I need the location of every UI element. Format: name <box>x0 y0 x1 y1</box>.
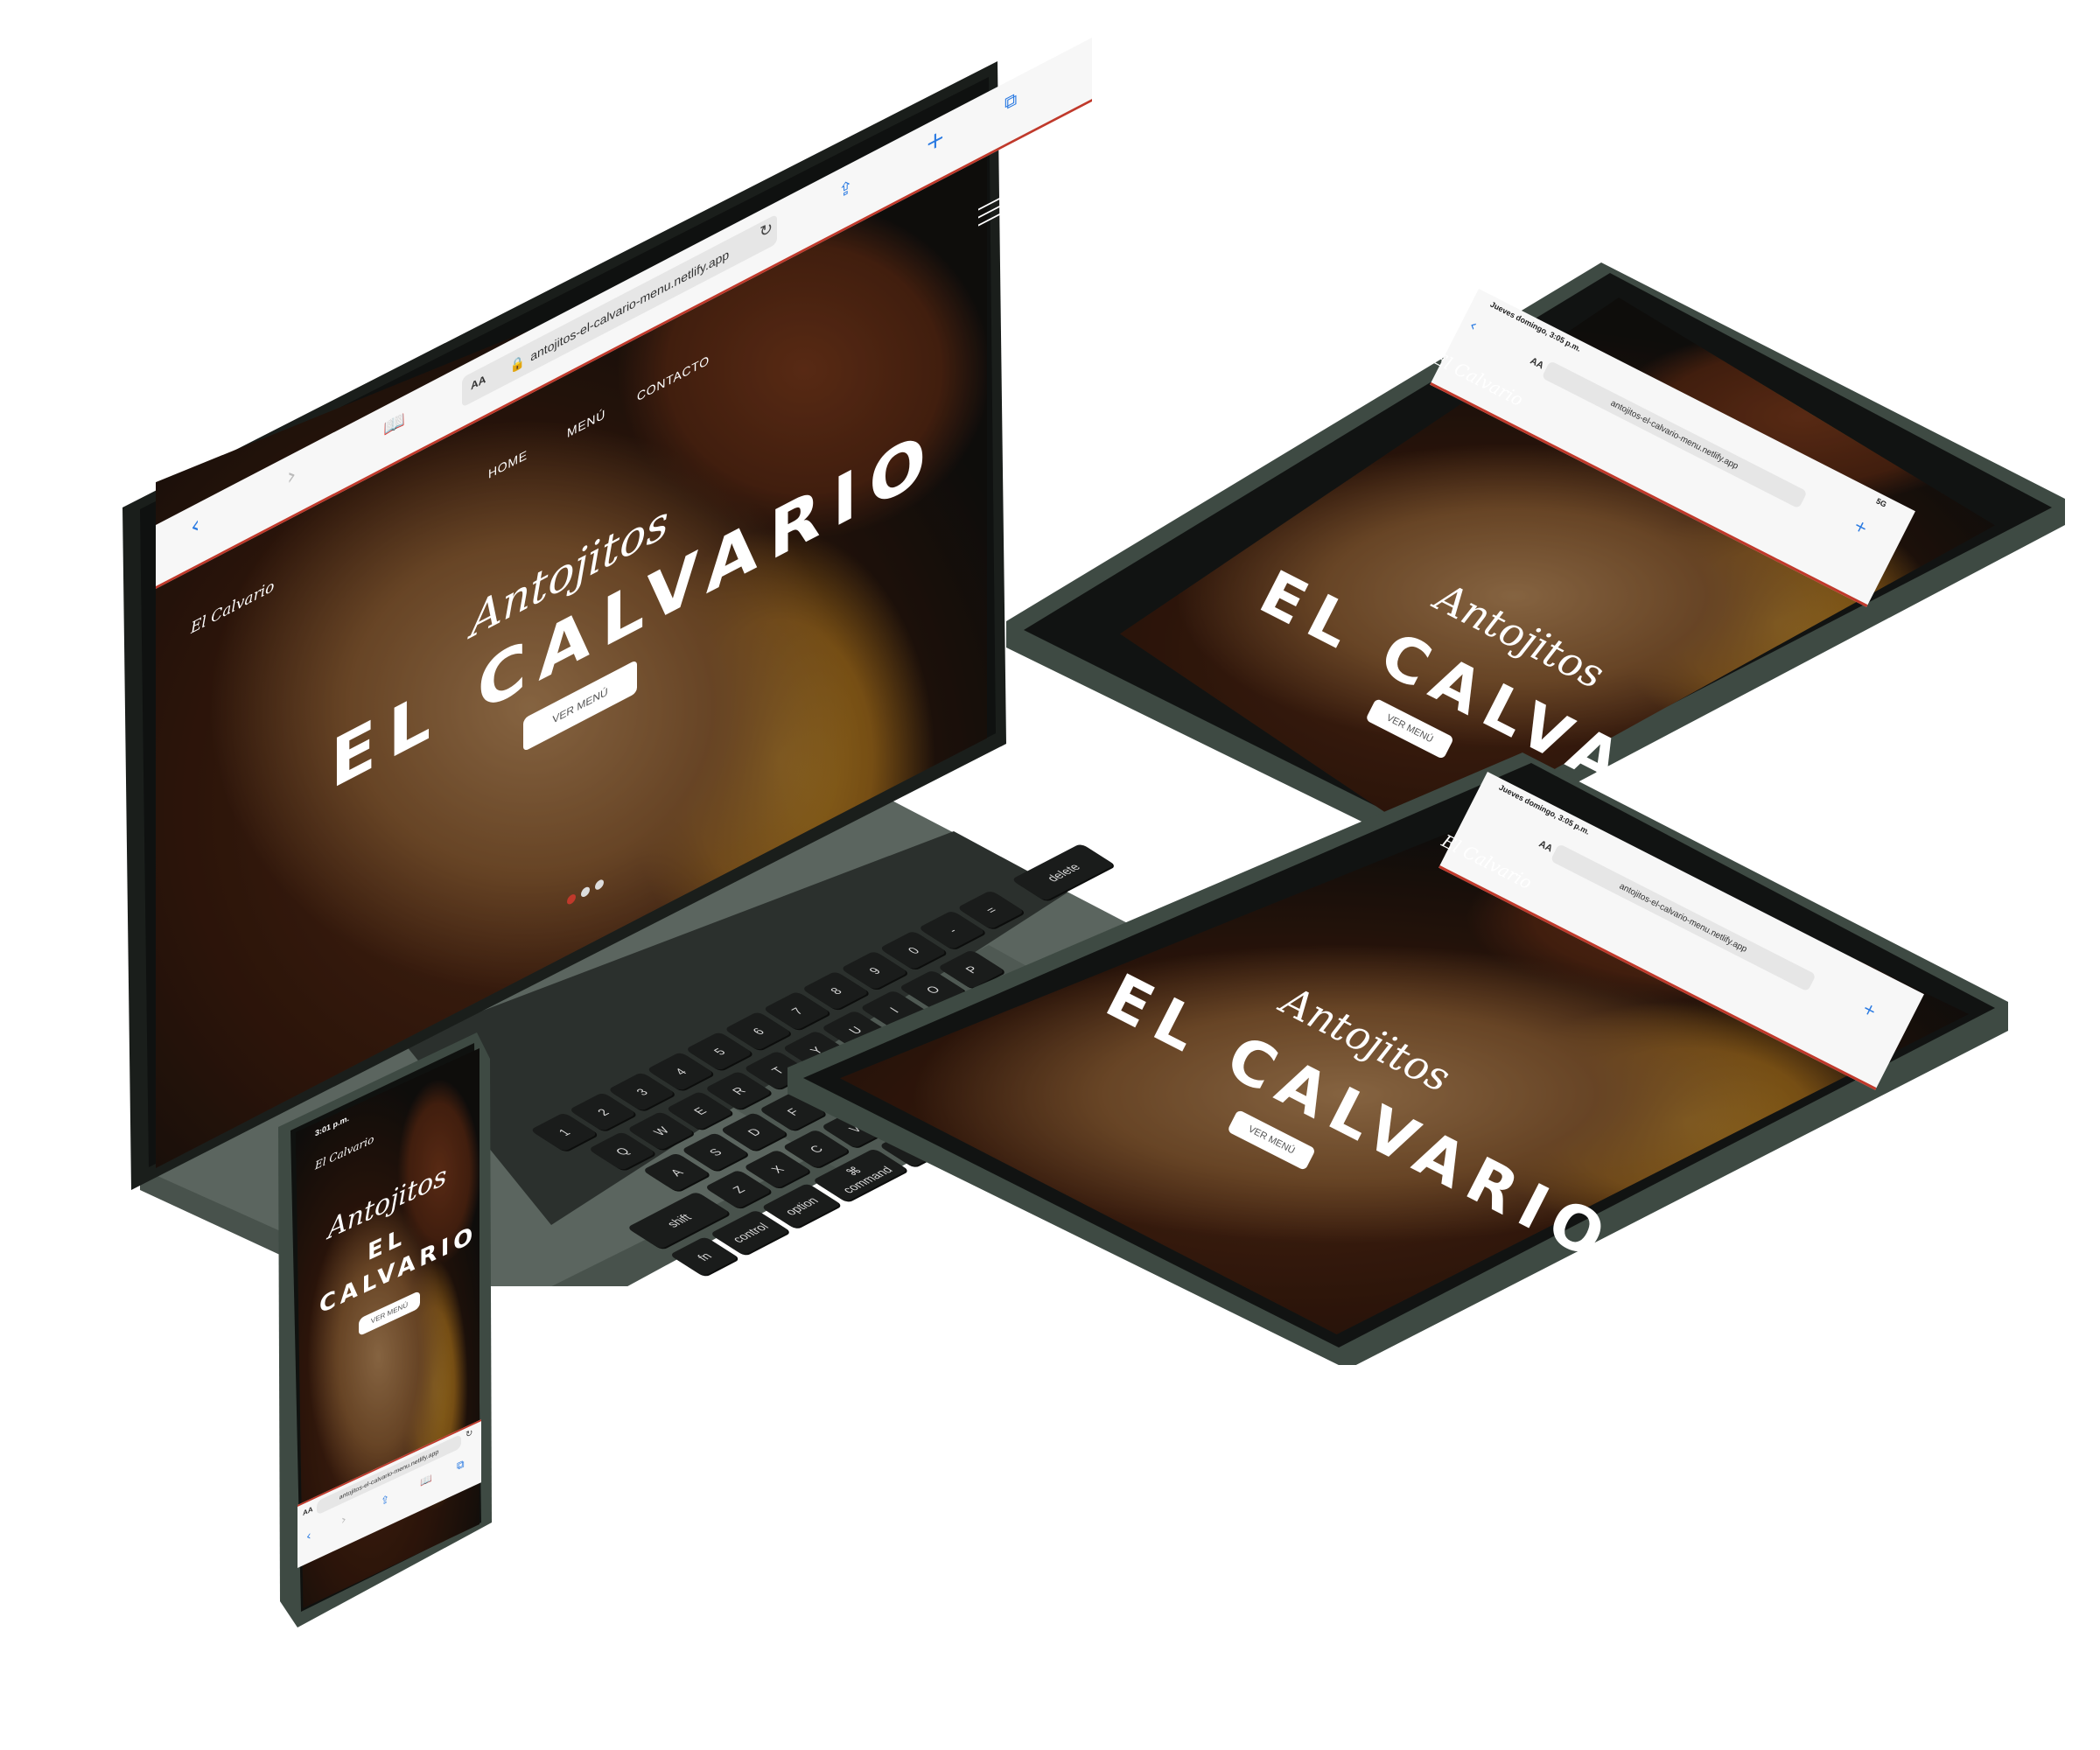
lock-icon: 🔒 <box>509 352 526 374</box>
share-icon[interactable]: ⇪ <box>838 174 853 203</box>
share-icon[interactable]: ⇪ <box>381 1492 389 1508</box>
back-chevron-icon[interactable]: ‹ <box>191 511 200 542</box>
nav-menu[interactable]: MENÚ <box>567 406 606 440</box>
signal-indicator: 5G <box>1874 496 1888 509</box>
device-mockup-scene: EL CALVARIO Antojitos VER MENÚ Jueves do… <box>0 0 2100 1750</box>
site-logo[interactable]: El Calvario <box>315 1132 374 1172</box>
reader-mode-button[interactable]: AA <box>1537 838 1555 854</box>
forward-chevron-icon[interactable]: › <box>341 1512 346 1529</box>
reader-mode-button[interactable]: AA <box>303 1505 313 1517</box>
hamburger-menu-icon[interactable] <box>978 197 1001 233</box>
back-chevron-icon[interactable]: ‹ <box>306 1529 312 1545</box>
forward-chevron-icon[interactable]: › <box>287 460 296 491</box>
bookmarks-icon[interactable]: 📖 <box>383 408 405 440</box>
new-tab-icon[interactable]: + <box>1851 516 1871 539</box>
tablet-front: EL CALVARIO Antojitos VER MENÚ Jueves do… <box>788 752 2012 1365</box>
nav-home[interactable]: HOME <box>488 447 528 481</box>
reader-mode-button[interactable]: AA <box>1529 355 1546 371</box>
tabs-overview-icon[interactable]: ⧉ <box>1004 88 1017 115</box>
new-tab-icon[interactable]: + <box>926 123 945 159</box>
new-tab-icon[interactable]: + <box>1859 999 1880 1022</box>
reload-icon[interactable]: ↻ <box>466 1428 472 1441</box>
ver-menu-button[interactable]: VER MENÚ <box>359 1290 420 1337</box>
phone: 3:01 p.m. El Calvario Antojitos EL CALVA… <box>271 1032 499 1636</box>
tabs-overview-icon[interactable]: ⧉ <box>457 1457 465 1474</box>
bookmarks-icon[interactable]: 📖 <box>420 1472 432 1488</box>
back-chevron-icon[interactable]: ‹ <box>1466 316 1480 335</box>
phone-content: 3:01 p.m. El Calvario Antojitos EL CALVA… <box>298 1030 490 1575</box>
status-time: 3:01 p.m. <box>315 1113 350 1138</box>
